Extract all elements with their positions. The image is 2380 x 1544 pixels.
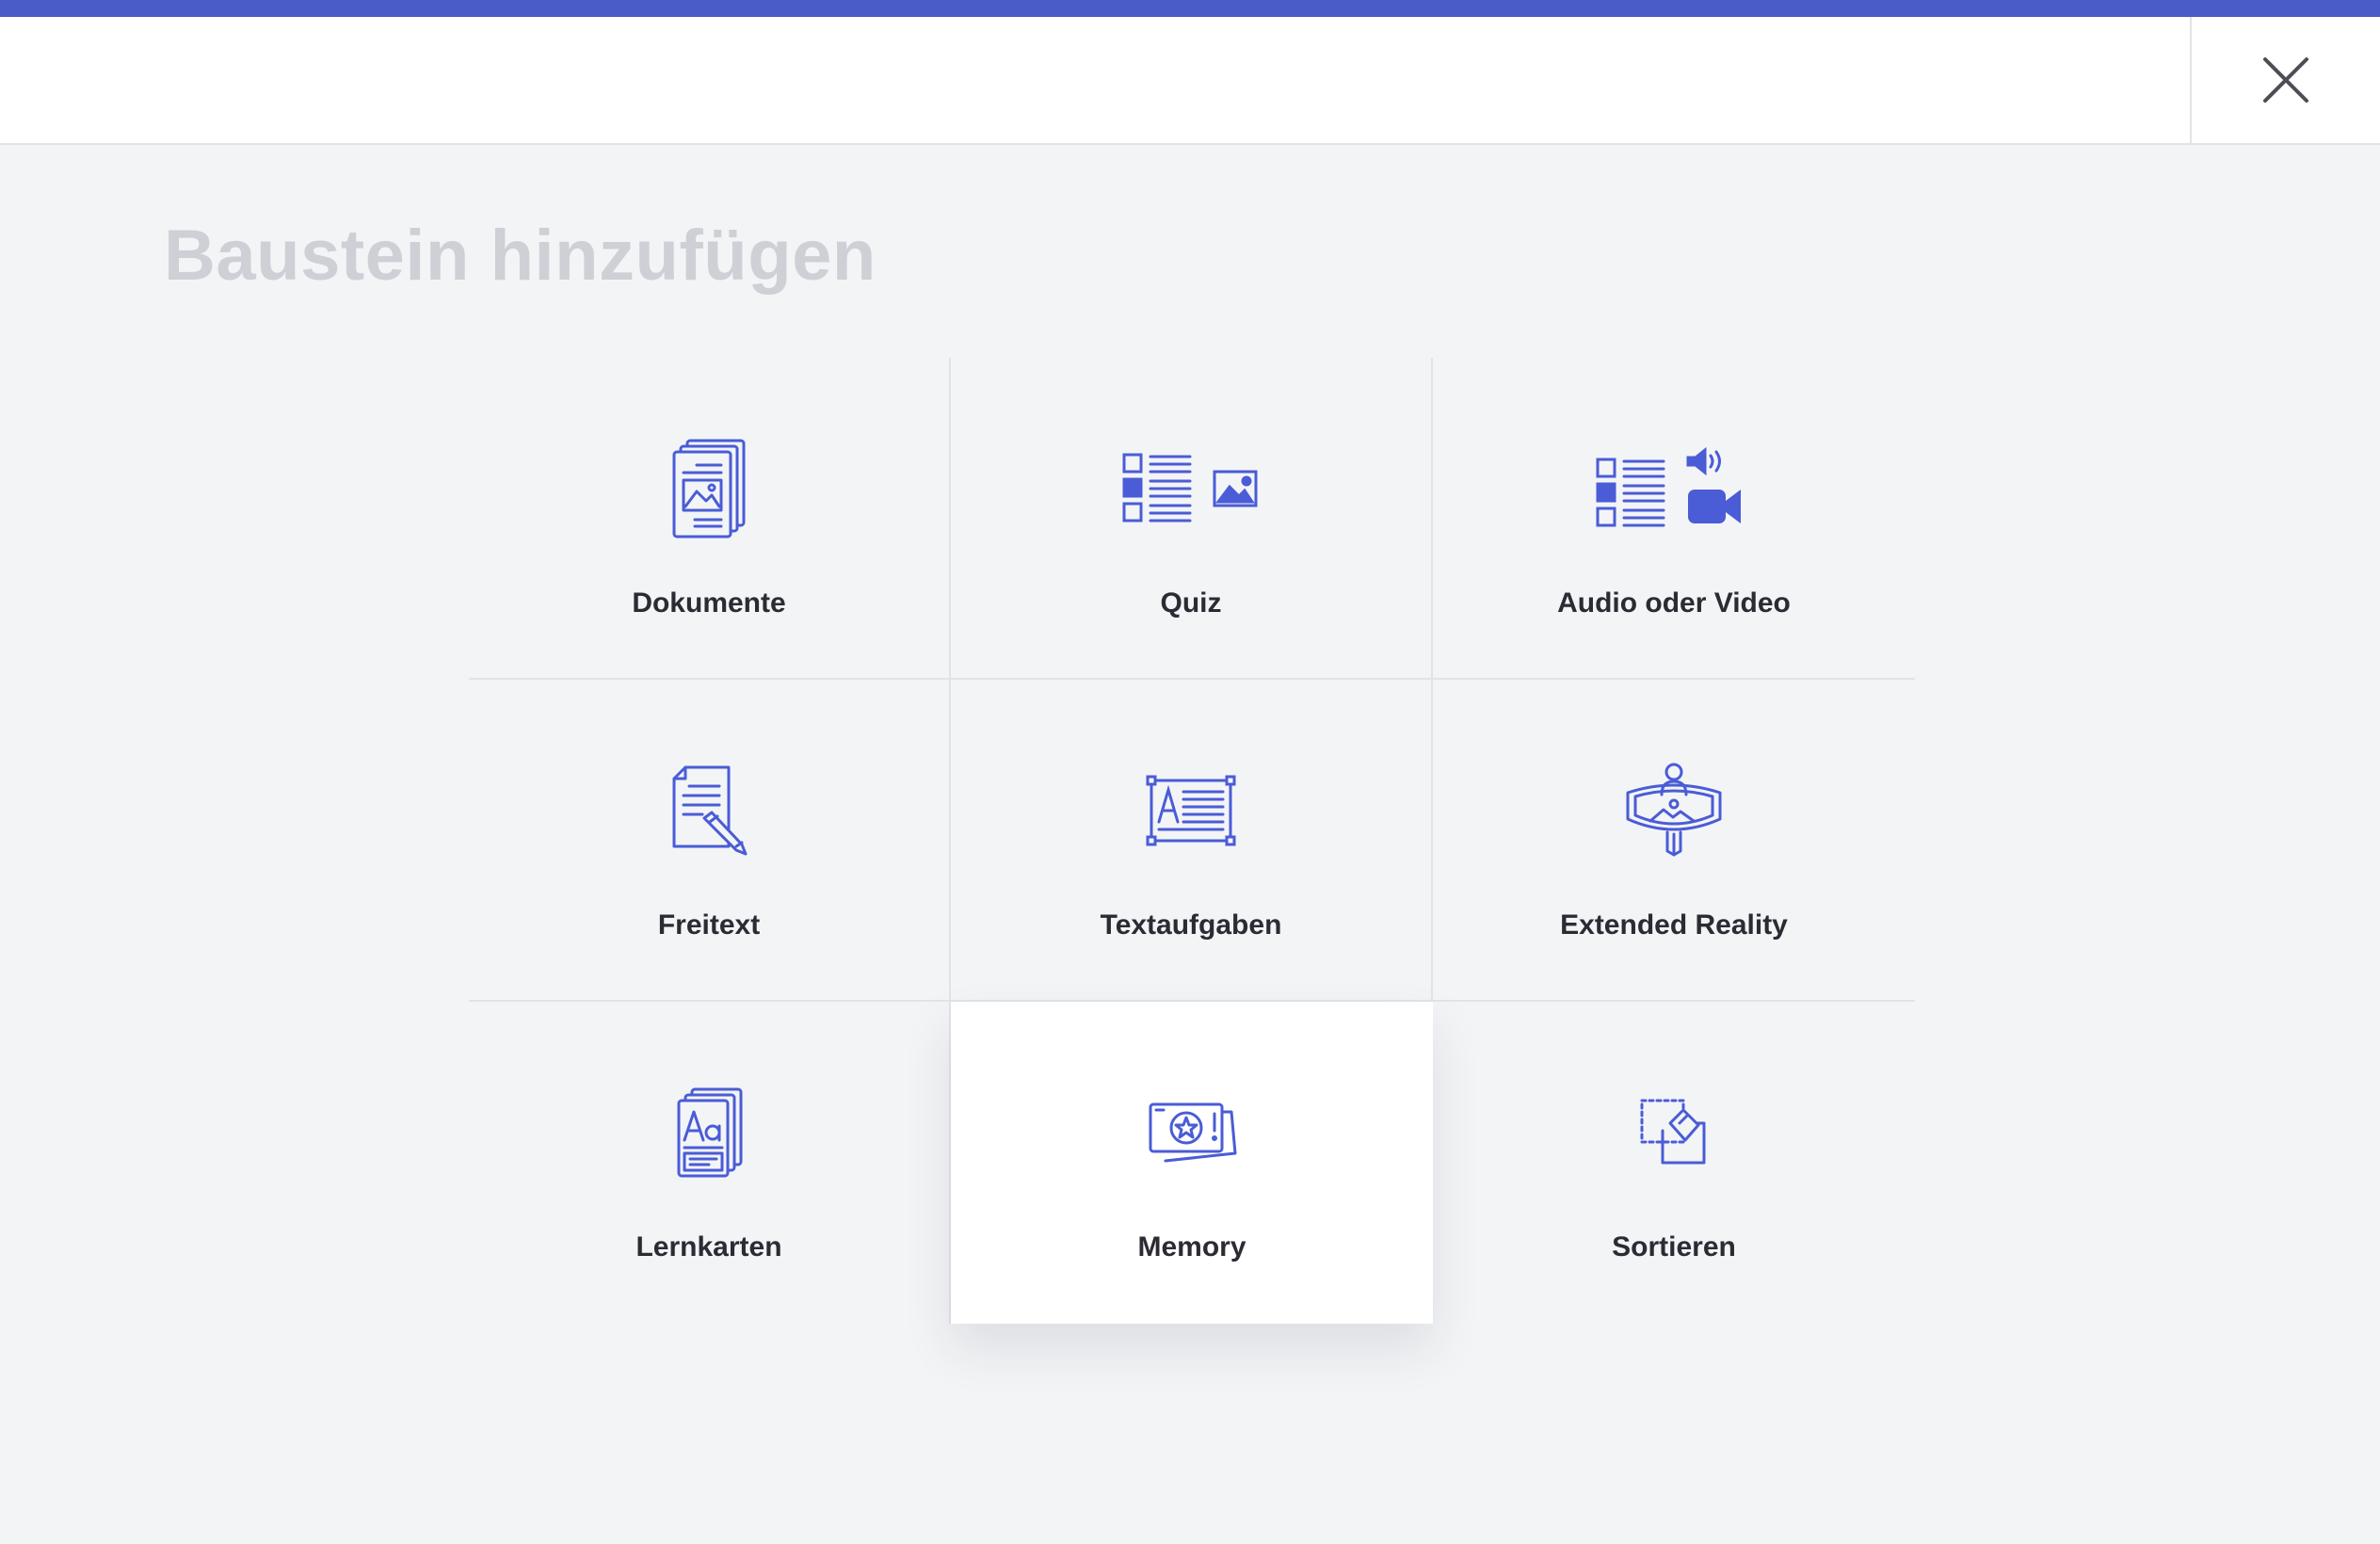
tile-label: Lernkarten	[635, 1231, 782, 1263]
tile-freitext[interactable]: Freitext	[469, 680, 951, 1002]
tile-memory[interactable]: Memory	[951, 1002, 1433, 1324]
tile-dokumente[interactable]: Dokumente	[469, 358, 951, 680]
sort-icon	[1594, 1081, 1754, 1184]
close-button[interactable]	[2190, 17, 2380, 143]
top-accent-bar	[0, 0, 2380, 17]
flashcards-icon	[629, 1081, 789, 1184]
tile-quiz[interactable]: Quiz	[951, 358, 1433, 680]
memory-icon	[1112, 1081, 1272, 1184]
tile-label: Freitext	[657, 909, 761, 941]
tile-label: Quiz	[1160, 587, 1222, 619]
tile-sortieren[interactable]: Sortieren	[1433, 1002, 1915, 1324]
audio-video-icon	[1594, 437, 1754, 540]
tile-lernkarten[interactable]: Lernkarten	[469, 1002, 951, 1324]
tile-label: Extended Reality	[1560, 909, 1788, 941]
text-task-icon	[1111, 759, 1271, 862]
close-icon	[2263, 57, 2308, 103]
tile-extended-reality[interactable]: Extended Reality	[1433, 680, 1915, 1002]
tile-label: Audio oder Video	[1557, 587, 1791, 619]
extended-reality-icon	[1594, 759, 1754, 862]
page-title: Baustein hinzufügen	[164, 216, 876, 296]
freetext-icon	[629, 759, 789, 862]
tile-label: Sortieren	[1612, 1231, 1736, 1263]
module-grid: Dokumente Quiz Audio oder Video Freitext…	[469, 358, 1915, 1324]
tile-audio-video[interactable]: Audio oder Video	[1433, 358, 1915, 680]
tile-label: Memory	[1137, 1231, 1246, 1263]
tile-label: Textaufgaben	[1100, 909, 1282, 941]
tile-label: Dokumente	[632, 587, 786, 619]
documents-icon	[629, 437, 789, 540]
quiz-icon	[1111, 437, 1271, 540]
tile-textaufgaben[interactable]: Textaufgaben	[951, 680, 1433, 1002]
header-bar	[0, 17, 2380, 145]
